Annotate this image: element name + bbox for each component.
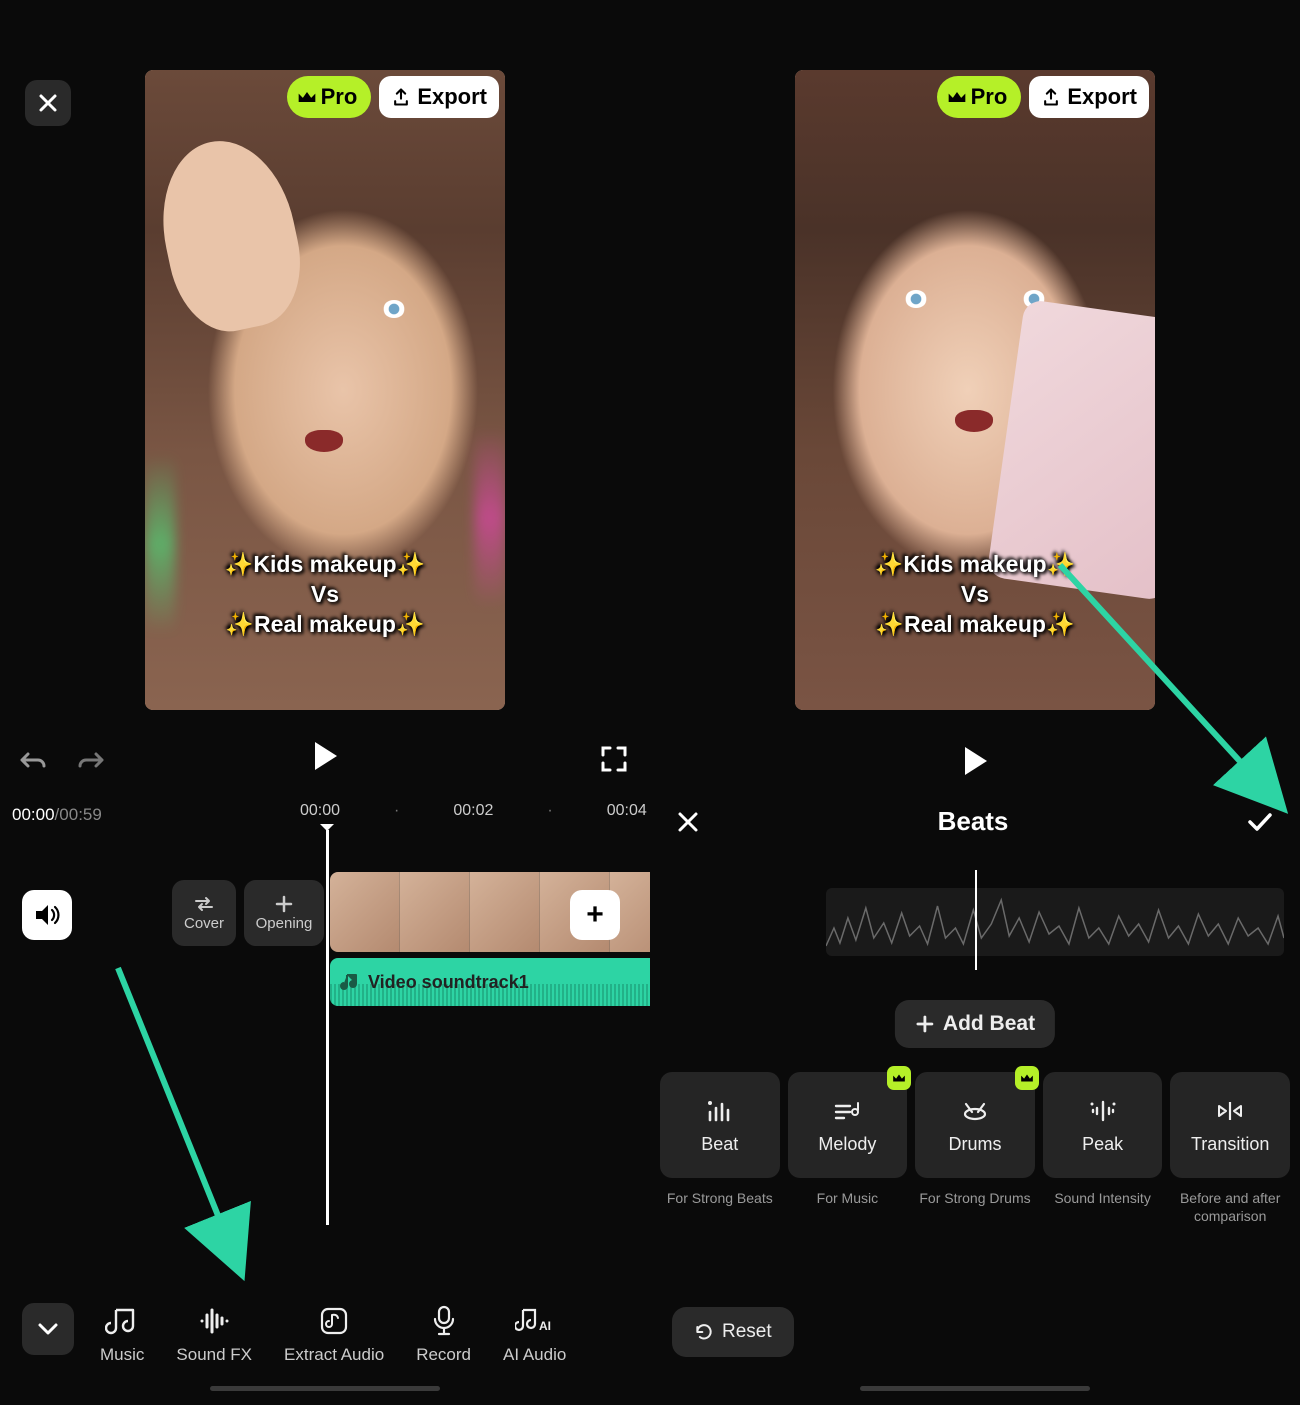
caption-line1: ✨Kids makeup✨ (145, 550, 505, 580)
plus-icon (915, 1014, 935, 1034)
video-preview[interactable]: ✨Kids makeup✨ Vs ✨Real makeup✨ Pro Expor… (795, 70, 1155, 710)
swap-icon (193, 895, 215, 913)
waveform-display (826, 888, 1284, 956)
scroll-indicator (210, 1386, 440, 1391)
beat-desc: Before and after comparison (1170, 1190, 1290, 1225)
extract-icon (317, 1303, 351, 1339)
crown-icon (947, 90, 967, 104)
video-preview[interactable]: ✨Kids makeup✨ Vs ✨Real makeup✨ Pro Expor… (145, 70, 505, 710)
add-beat-button[interactable]: Add Beat (895, 1000, 1055, 1048)
transition-icon (1215, 1096, 1245, 1126)
caption-overlay: ✨Kids makeup✨ Vs ✨Real makeup✨ (795, 550, 1155, 640)
undo-button[interactable] (18, 748, 48, 774)
melody-icon (832, 1096, 862, 1126)
beats-close-button[interactable] (676, 810, 700, 834)
pro-badge[interactable]: Pro (287, 76, 372, 118)
premium-badge (1015, 1066, 1039, 1090)
thumbnail (400, 872, 470, 952)
peak-icon (1088, 1096, 1118, 1126)
crown-icon (297, 90, 317, 104)
play-icon (311, 740, 339, 772)
reset-icon (694, 1322, 714, 1342)
soundfx-tool[interactable]: Sound FX (176, 1303, 252, 1365)
caption-line3: ✨Real makeup✨ (145, 610, 505, 640)
playhead[interactable] (975, 870, 977, 970)
svg-text:AI: AI (539, 1319, 551, 1333)
playhead[interactable] (326, 830, 329, 1225)
drums-icon (960, 1096, 990, 1126)
beats-title: Beats (938, 806, 1009, 837)
close-button[interactable] (25, 80, 71, 126)
beat-tile-transition[interactable]: Transition (1170, 1072, 1290, 1178)
caption-line2: Vs (145, 580, 505, 610)
audio-track[interactable]: Video soundtrack1 (330, 958, 650, 1006)
beat-desc: For Strong Drums (915, 1190, 1035, 1225)
opening-button[interactable]: Opening (244, 880, 324, 946)
fullscreen-icon (600, 745, 628, 773)
plus-icon (275, 895, 293, 913)
beat-icon (705, 1096, 735, 1126)
beat-tile-beat[interactable]: Beat (660, 1072, 780, 1178)
beat-tile-melody[interactable]: Melody (788, 1072, 908, 1178)
music-tool[interactable]: Music (100, 1303, 144, 1365)
extract-audio-tool[interactable]: Extract Audio (284, 1303, 384, 1365)
bottom-toolbar: Music Sound FX Extract Audio Record AI A… (100, 1303, 610, 1365)
redo-button[interactable] (76, 748, 106, 774)
mute-button[interactable] (22, 890, 72, 940)
pro-badge[interactable]: Pro (937, 76, 1022, 118)
thumbnail (330, 872, 400, 952)
ai-audio-icon: AI (515, 1303, 555, 1339)
collapse-tools-button[interactable] (22, 1303, 74, 1355)
upload-icon (1041, 87, 1061, 107)
time-readout: 00:00/00:59 (12, 805, 102, 825)
premium-badge (887, 1066, 911, 1090)
play-icon (961, 745, 989, 777)
reset-button[interactable]: Reset (672, 1307, 794, 1357)
beat-desc: Sound Intensity (1043, 1190, 1163, 1225)
annotation-arrow (110, 960, 270, 1300)
thumbnail (470, 872, 540, 952)
chevron-down-icon (37, 1322, 59, 1336)
beat-tile-drums[interactable]: Drums (915, 1072, 1035, 1178)
beat-desc: For Music (788, 1190, 908, 1225)
caption-overlay: ✨Kids makeup✨ Vs ✨Real makeup✨ (145, 550, 505, 640)
mic-icon (429, 1303, 459, 1339)
timeline-ruler[interactable]: 00:00· 00:02· 00:04 (300, 802, 640, 820)
check-icon (1246, 810, 1274, 834)
export-button[interactable]: Export (379, 76, 499, 118)
record-tool[interactable]: Record (416, 1303, 471, 1365)
play-button[interactable] (311, 740, 339, 772)
export-button[interactable]: Export (1029, 76, 1149, 118)
add-clip-button[interactable]: + (570, 890, 620, 940)
beats-waveform[interactable] (666, 870, 1284, 970)
close-icon (676, 810, 700, 834)
upload-icon (391, 87, 411, 107)
close-icon (38, 93, 58, 113)
ai-audio-tool[interactable]: AI AI Audio (503, 1303, 566, 1365)
beat-desc: For Strong Beats (660, 1190, 780, 1225)
speaker-icon (34, 903, 60, 927)
fullscreen-button[interactable] (600, 745, 628, 773)
scroll-indicator (860, 1386, 1090, 1391)
music-icon (105, 1303, 139, 1339)
play-button[interactable] (961, 745, 989, 777)
beats-confirm-button[interactable] (1246, 810, 1274, 834)
beat-tile-peak[interactable]: Peak (1043, 1072, 1163, 1178)
cover-button[interactable]: Cover (172, 880, 236, 946)
soundfx-icon (197, 1303, 231, 1339)
music-note-icon (340, 972, 360, 992)
